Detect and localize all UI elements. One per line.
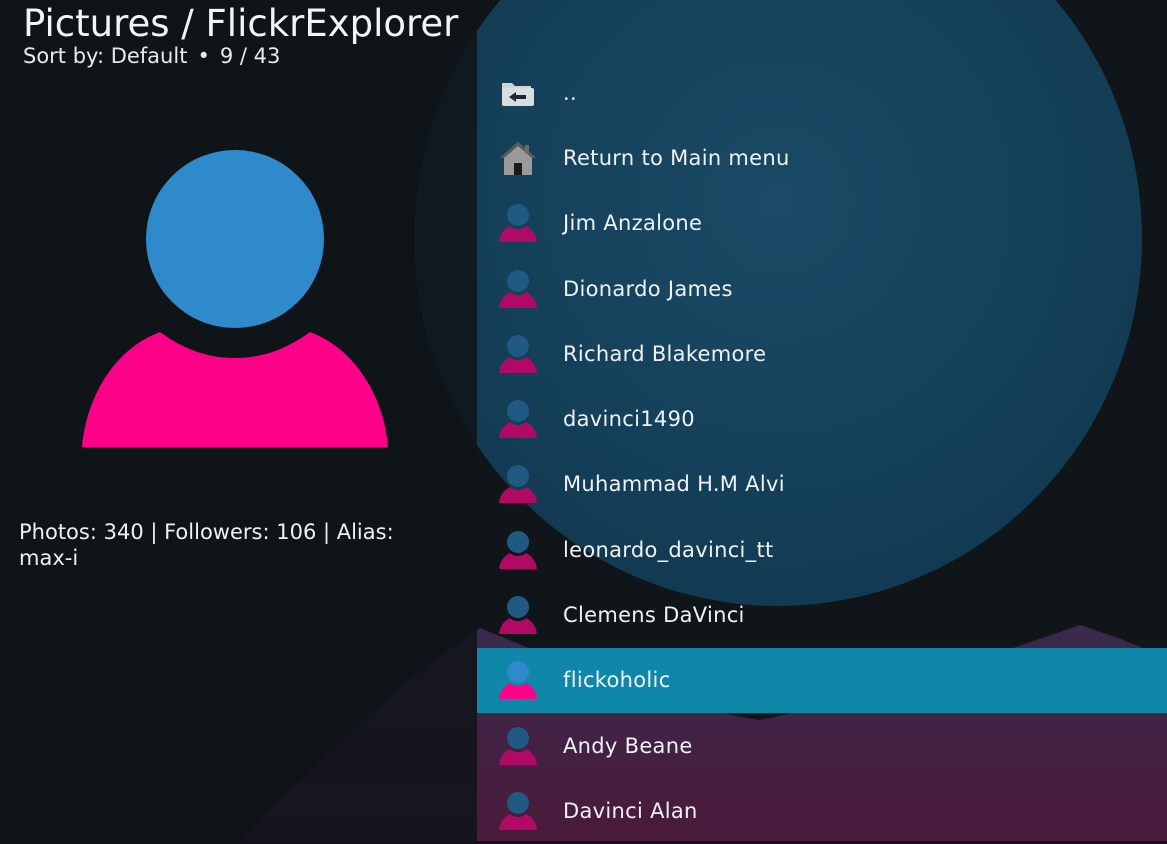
user-info: Photos: 340 | Followers: 106 | Alias: ma… xyxy=(19,520,394,570)
list-item-label: Muhammad H.M Alvi xyxy=(563,472,785,497)
home-icon xyxy=(499,139,537,177)
list-item[interactable]: Muhammad H.M Alvi xyxy=(477,452,1167,517)
list-item-label: Clemens DaVinci xyxy=(563,603,745,628)
user-icon xyxy=(499,334,537,373)
item-position: 9 / 43 xyxy=(219,44,281,68)
list-item-label: leonardo_davinci_tt xyxy=(563,537,774,562)
list-item-label: Andy Beane xyxy=(563,733,693,758)
user-icon xyxy=(499,465,537,504)
list-item[interactable]: .. xyxy=(477,60,1167,125)
user-avatar-icon xyxy=(82,150,388,447)
sort-label[interactable]: Sort by: Default xyxy=(23,44,187,68)
list-item-label: davinci1490 xyxy=(563,407,695,432)
list-item-label: Dionardo James xyxy=(563,276,733,301)
list-item-label: Jim Anzalone xyxy=(563,211,703,236)
list-item-label: .. xyxy=(563,80,577,105)
list-item-label: Davinci Alan xyxy=(563,798,698,823)
separator: • xyxy=(197,44,210,68)
list-item[interactable]: Jim Anzalone xyxy=(477,191,1167,256)
list-item[interactable]: Clemens DaVinci xyxy=(477,582,1167,647)
list-item[interactable]: flickoholic xyxy=(477,647,1167,713)
user-list: .. Return to Main menu Jim Anzalone Dionard… xyxy=(477,60,1167,844)
user-icon xyxy=(499,400,537,439)
list-item[interactable]: Dionardo James xyxy=(477,256,1167,321)
user-icon xyxy=(499,791,537,830)
user-icon xyxy=(499,726,537,765)
user-avatar-preview xyxy=(82,150,388,447)
list-item-label: Return to Main menu xyxy=(563,145,790,170)
list-item[interactable]: Andy Beane xyxy=(477,713,1167,778)
sort-status: Sort by: Default • 9 / 43 xyxy=(23,44,458,68)
user-icon xyxy=(499,530,537,569)
list-item-label: Richard Blakemore xyxy=(563,341,767,366)
page-title: Pictures / FlickrExplorer xyxy=(23,2,459,45)
folder-back-icon xyxy=(499,74,537,112)
list-item[interactable]: davinci1490 xyxy=(477,386,1167,451)
list-item[interactable]: Return to Main menu xyxy=(477,125,1167,190)
header: Pictures / FlickrExplorer Sort by: Defau… xyxy=(23,2,458,68)
list-item[interactable]: Richard Blakemore xyxy=(477,321,1167,386)
user-icon xyxy=(499,269,537,308)
user-icon xyxy=(499,596,537,635)
list-item[interactable]: leonardo_davinci_tt xyxy=(477,517,1167,582)
list-item[interactable]: Davinci Alan xyxy=(477,778,1167,843)
user-icon xyxy=(499,204,537,243)
list-item-label: flickoholic xyxy=(563,668,671,693)
user-icon xyxy=(499,661,537,700)
